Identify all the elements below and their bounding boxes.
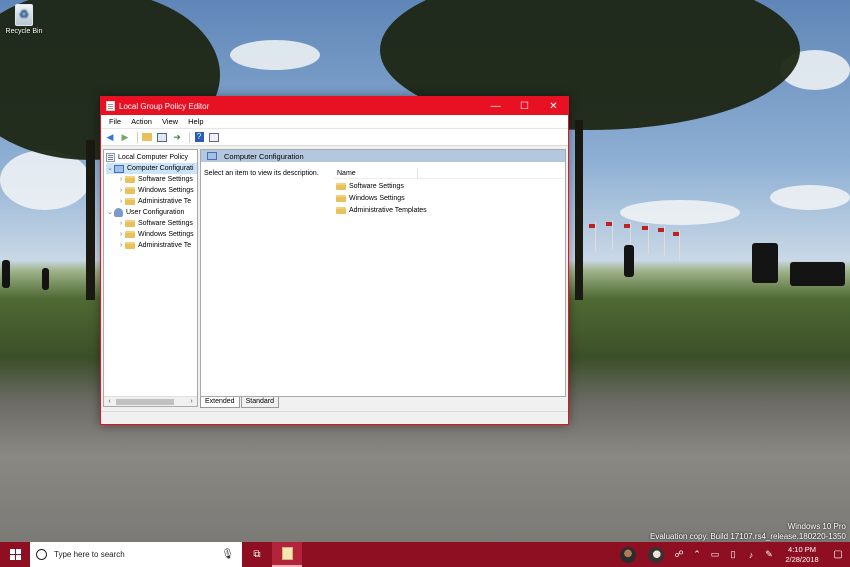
taskbar-clock[interactable]: 4:10 PM 2/28/2018: [778, 545, 826, 565]
microphone-icon[interactable]: 🎙: [221, 549, 234, 560]
recycle-bin-desktop-icon[interactable]: Recycle Bin: [4, 4, 44, 35]
tree-item-user-windows-settings[interactable]: › Windows Settings: [117, 229, 194, 240]
forward-arrow-icon[interactable]: ▶: [119, 131, 131, 143]
chevron-down-icon[interactable]: ⌄: [106, 163, 114, 174]
toolbar-separator: [137, 131, 138, 143]
folder-icon: [125, 176, 135, 183]
taskbar-app-group-policy-editor[interactable]: [272, 542, 302, 567]
tab-standard[interactable]: Standard: [240, 397, 280, 408]
chevron-up-icon[interactable]: ⌃: [688, 549, 706, 560]
tab-extended[interactable]: Extended: [200, 397, 240, 408]
recycle-bin-label: Recycle Bin: [5, 28, 43, 35]
folder-icon: [125, 187, 135, 194]
toolbar-separator: [189, 131, 190, 143]
folder-icon: [336, 183, 346, 190]
clock-date: 2/28/2018: [785, 554, 819, 564]
tree-item-user-administrative-templates[interactable]: › Administrative Te: [117, 240, 191, 251]
folder-icon: [125, 198, 135, 205]
tree-item-user-software-settings[interactable]: › Software Settings: [117, 218, 193, 229]
search-placeholder: Type here to search: [54, 550, 125, 559]
menu-help[interactable]: Help: [183, 117, 208, 126]
folder-icon: [125, 242, 135, 249]
folder-icon: [125, 231, 135, 238]
window-title: Local Group Policy Editor: [119, 101, 210, 111]
scroll-right-icon[interactable]: ›: [187, 397, 196, 406]
group-policy-editor-window: Local Group Policy Editor — ☐ ✕ File Act…: [100, 96, 569, 425]
title-bar[interactable]: Local Group Policy Editor — ☐ ✕: [101, 97, 568, 115]
details-header-title: Computer Configuration: [224, 151, 304, 161]
navigation-tree: Local Computer Policy ⌄ Computer Configu…: [103, 149, 198, 407]
people-contact-avatar[interactable]: [648, 546, 664, 563]
close-button[interactable]: ✕: [539, 97, 568, 115]
list-item[interactable]: Administrative Templates: [336, 205, 427, 216]
tree-item-user-configuration[interactable]: ⌄ User Configuration: [106, 207, 184, 218]
status-bar: [101, 411, 568, 424]
export-list-icon[interactable]: ➜: [171, 131, 183, 143]
volume-icon[interactable]: ♪: [742, 550, 760, 560]
editor-content: Local Computer Policy ⌄ Computer Configu…: [101, 147, 568, 411]
item-description: Select an item to view its description.: [204, 170, 319, 177]
start-button[interactable]: [0, 542, 30, 567]
help-icon[interactable]: ?: [193, 131, 205, 143]
task-view-icon[interactable]: ⧉: [242, 542, 272, 567]
computer-icon: [114, 164, 124, 173]
menu-view[interactable]: View: [157, 117, 183, 126]
evaluation-watermark: Windows 10 Pro Evaluation copy. Build 17…: [650, 522, 846, 541]
policy-editor-app-icon: [106, 101, 115, 111]
people-icon[interactable]: ☍: [670, 549, 688, 560]
column-divider[interactable]: [417, 168, 418, 179]
policy-editor-taskbar-icon: [281, 547, 293, 560]
details-header: Computer Configuration: [201, 150, 565, 162]
details-pane: Computer Configuration Select an item to…: [200, 149, 566, 397]
chevron-right-icon[interactable]: ›: [117, 174, 125, 185]
chevron-right-icon[interactable]: ›: [117, 240, 125, 251]
tree-horizontal-scrollbar[interactable]: ‹ ›: [104, 396, 197, 406]
recycle-bin-icon: [15, 4, 33, 26]
scrollbar-thumb[interactable]: [116, 399, 174, 405]
computer-icon: [207, 152, 217, 160]
pen-workspace-icon[interactable]: ✎: [760, 549, 778, 560]
chevron-right-icon[interactable]: ›: [117, 218, 125, 229]
menu-file[interactable]: File: [104, 117, 126, 126]
tree-item-computer-administrative-templates[interactable]: › Administrative Te: [117, 196, 191, 207]
cortana-icon[interactable]: [36, 549, 47, 560]
view-tabs: Extended Standard: [200, 397, 280, 409]
folder-icon: [336, 195, 346, 202]
folder-icon: [336, 207, 346, 214]
user-icon: [114, 208, 123, 217]
scroll-left-icon[interactable]: ‹: [105, 397, 114, 406]
menu-bar: File Action View Help: [101, 115, 568, 129]
tree-item-local-computer-policy[interactable]: Local Computer Policy: [106, 152, 188, 163]
tree-item-computer-configuration[interactable]: ⌄ Computer Configurati: [106, 163, 197, 174]
windows-logo-icon: [9, 549, 21, 560]
action-center-icon[interactable]: ▢: [826, 549, 850, 560]
clock-time: 4:10 PM: [788, 544, 816, 554]
chevron-right-icon[interactable]: ›: [117, 196, 125, 207]
minimize-button[interactable]: —: [481, 97, 510, 115]
properties-icon[interactable]: [208, 131, 220, 143]
toolbar: ◀ ▶ ➜ ?: [101, 129, 568, 146]
people-contact-avatar[interactable]: [620, 546, 636, 563]
tree-item-computer-windows-settings[interactable]: › Windows Settings: [117, 185, 194, 196]
tree-item-computer-software-settings[interactable]: › Software Settings: [117, 174, 193, 185]
battery-icon[interactable]: ▯: [724, 549, 742, 560]
menu-action[interactable]: Action: [126, 117, 157, 126]
column-header-name[interactable]: Name: [334, 168, 564, 179]
back-arrow-icon[interactable]: ◀: [104, 131, 116, 143]
network-icon[interactable]: ▭: [706, 549, 724, 560]
chevron-right-icon[interactable]: ›: [117, 185, 125, 196]
taskbar: Type here to search 🎙 ⧉ ☍ ⌃ ▭ ▯ ♪ ✎ 4:10…: [0, 542, 850, 567]
list-item[interactable]: Software Settings: [336, 181, 404, 192]
chevron-down-icon[interactable]: ⌄: [106, 207, 114, 218]
chevron-right-icon[interactable]: ›: [117, 229, 125, 240]
up-folder-icon[interactable]: [141, 131, 153, 143]
taskbar-search-box[interactable]: Type here to search 🎙: [30, 542, 242, 567]
policy-document-icon: [106, 153, 115, 162]
folder-icon: [125, 220, 135, 227]
show-hide-tree-icon[interactable]: [156, 131, 168, 143]
list-item[interactable]: Windows Settings: [336, 193, 405, 204]
maximize-button[interactable]: ☐: [510, 97, 539, 115]
